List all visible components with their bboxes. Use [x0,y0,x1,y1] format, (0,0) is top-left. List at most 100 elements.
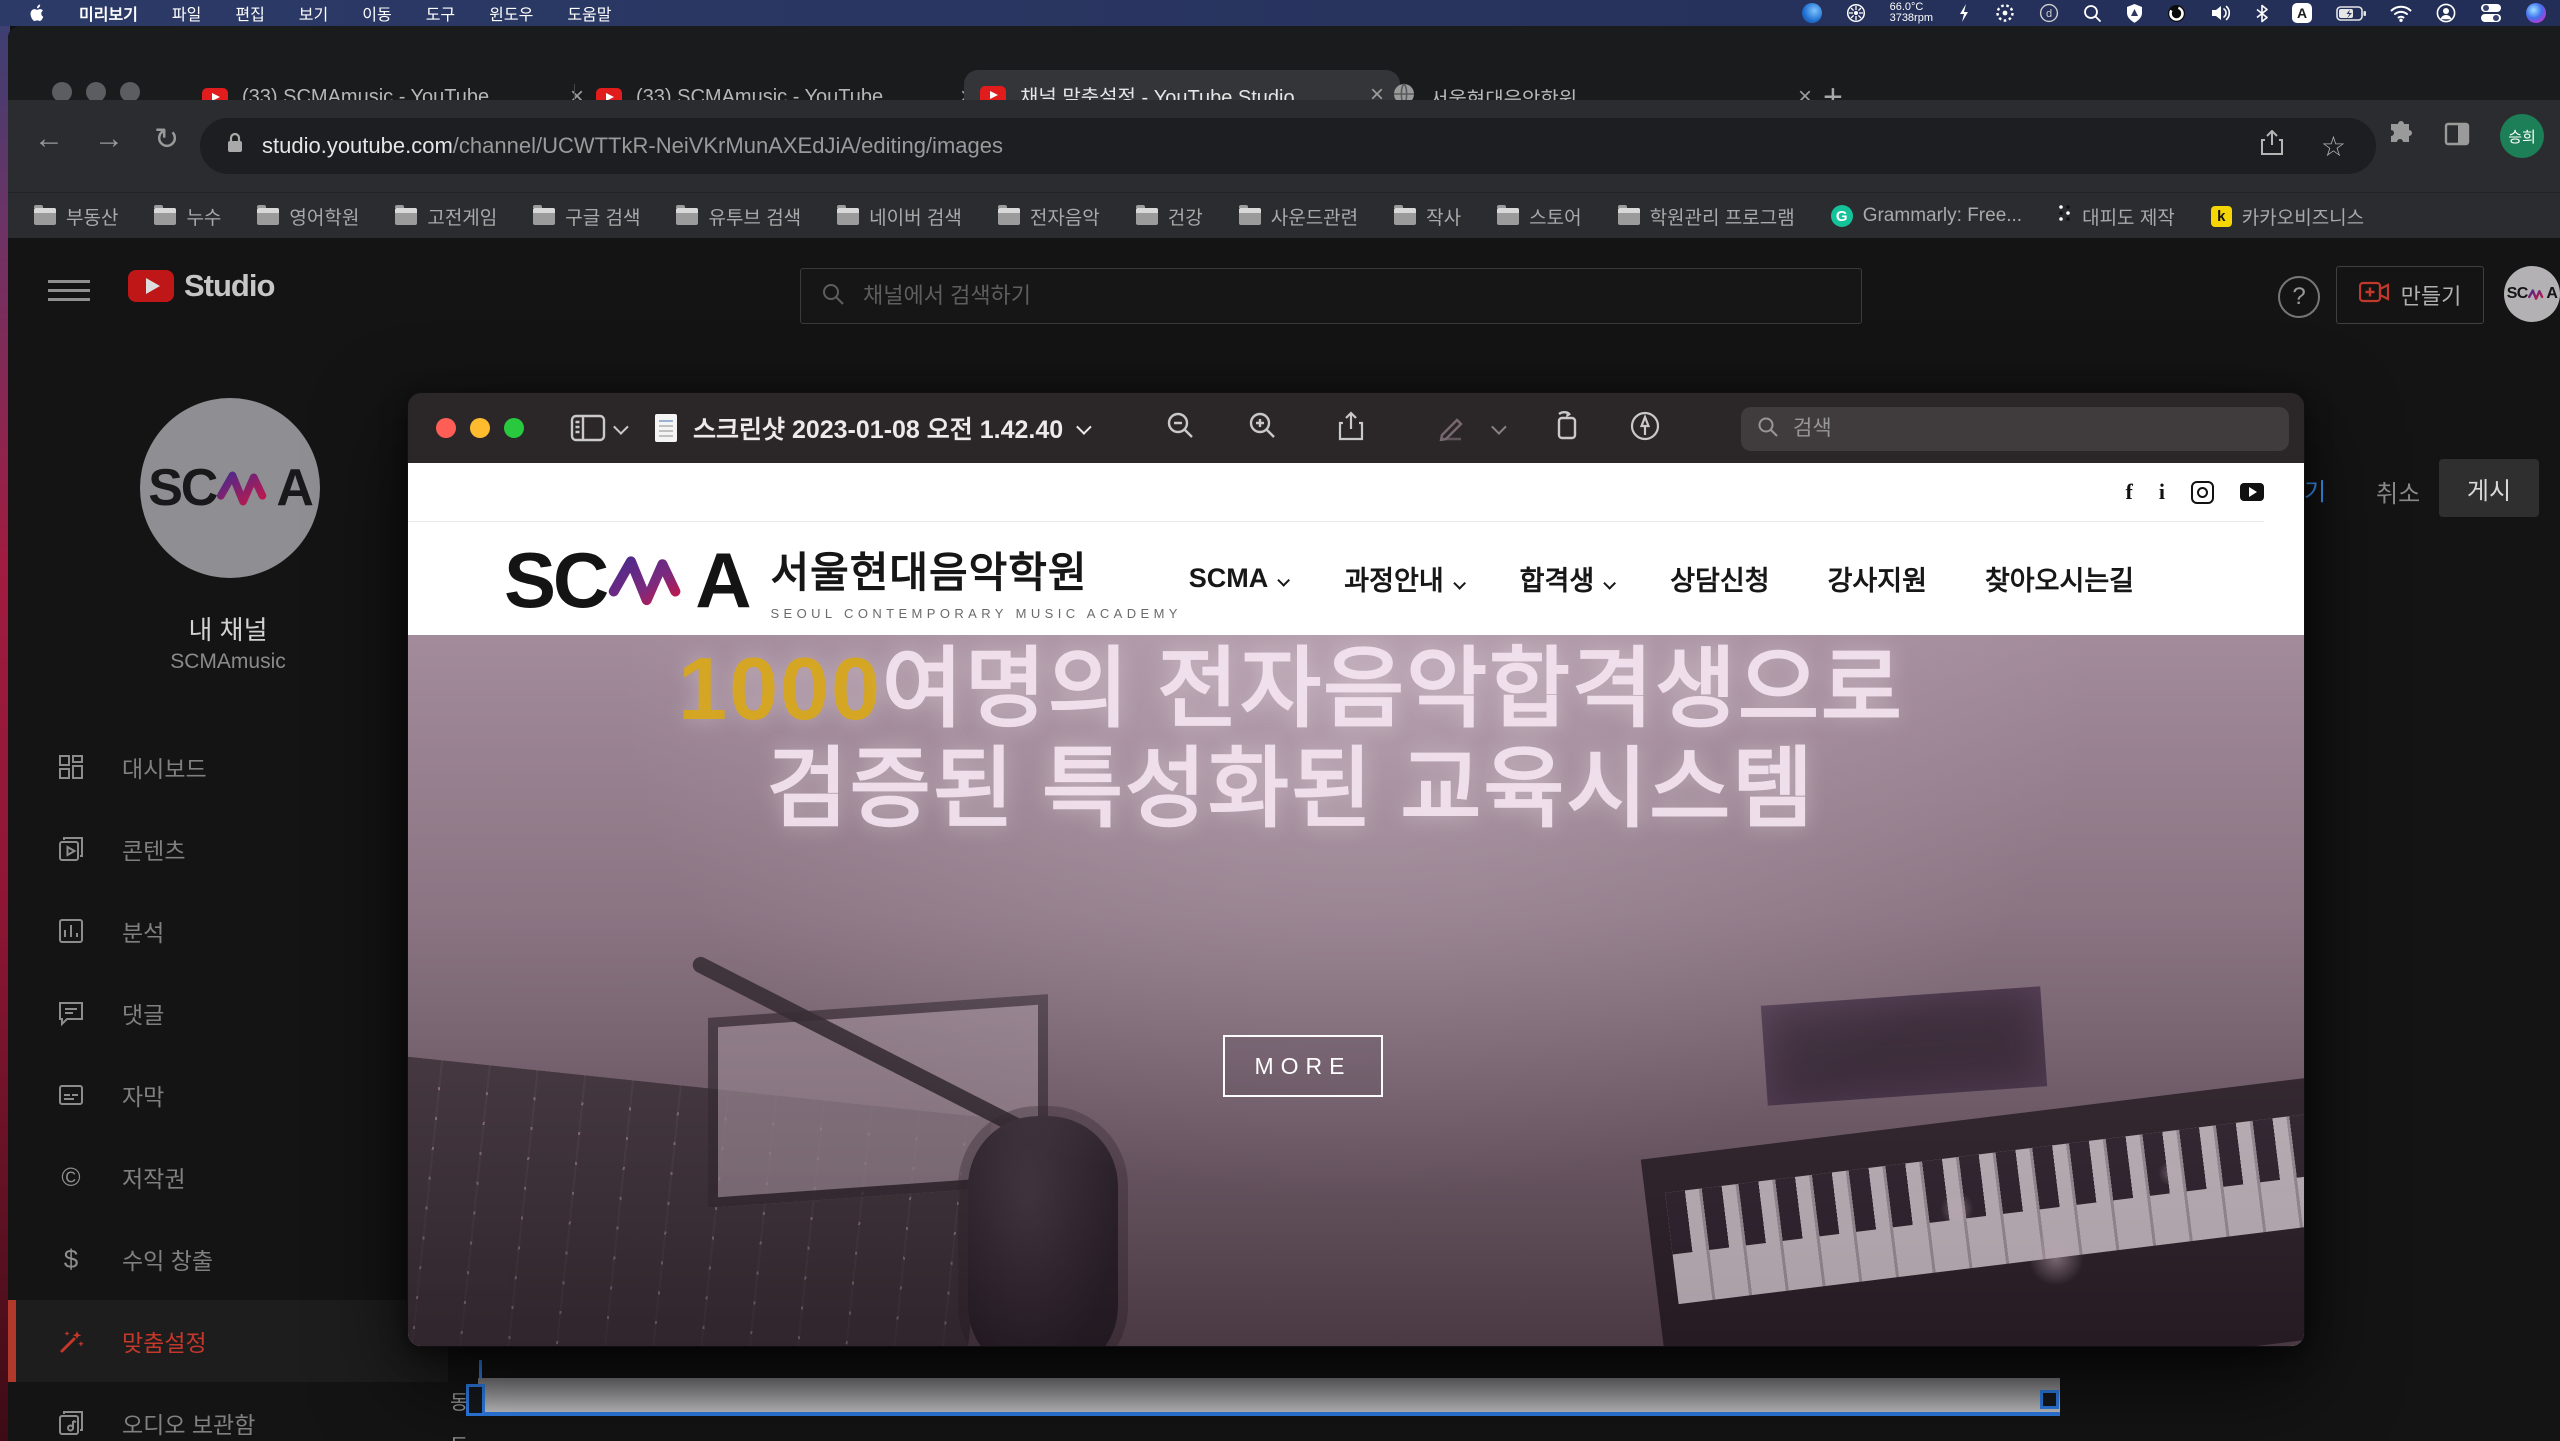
title-chevron-icon[interactable] [1076,419,1092,435]
cancel-button[interactable]: 취소 [2376,474,2420,509]
hamburger-menu-icon[interactable] [48,274,90,304]
sidebar-item-dashboard[interactable]: 대시보드 [8,726,448,808]
bookmark-grammarly[interactable]: GGrammarly: Free... [1831,205,2022,227]
d-circle-icon[interactable]: d [2039,3,2059,23]
create-button[interactable]: 만들기 [2336,266,2484,324]
close-window-icon[interactable] [436,418,456,438]
share-icon[interactable] [2261,130,2283,162]
menu-view[interactable]: 보기 [299,1,328,25]
preview-titlebar[interactable]: 스크린샷 2023-01-08 오전 1.42.40 [408,393,2304,463]
more-button[interactable]: MORE [1223,1035,1383,1097]
bookmark-daepido[interactable]: 대피도 제작 [2058,203,2175,230]
temp-rpm-status[interactable]: 66.0°C 3738rpm [1890,2,1933,24]
back-button[interactable]: ← [34,122,64,156]
bookmark-folder[interactable]: 네이버 검색 [837,203,962,230]
menu-window[interactable]: 윈도우 [489,1,533,25]
publish-button[interactable]: 게시 [2439,459,2539,517]
lightning-icon[interactable] [1957,3,1971,23]
preview-search-input[interactable] [1791,416,2235,442]
bookmark-folder[interactable]: 고전게임 [395,203,497,230]
fan-icon[interactable] [1846,3,1866,23]
annotate-options-chevron[interactable] [1491,419,1507,435]
banner-selection-region[interactable] [478,1378,2060,1416]
rotate-icon[interactable] [1551,410,1583,447]
nav-item-scma[interactable]: SCMA [1189,563,1287,594]
volume-icon[interactable] [2210,4,2232,22]
bookmark-kakao-business[interactable]: k카카오비즈니스 [2211,203,2364,230]
input-source-icon[interactable]: A [2292,3,2312,23]
bookmark-folder[interactable]: 작사 [1394,203,1461,230]
menu-help[interactable]: 도움말 [567,1,611,25]
markup-icon[interactable] [1629,410,1661,447]
siri-icon[interactable] [2526,3,2546,23]
menu-go[interactable]: 이동 [362,1,391,25]
nav-item-directions[interactable]: 찾아오시는길 [1985,559,2134,598]
window-controls[interactable] [436,418,524,438]
selection-handle-left[interactable] [466,1384,485,1416]
share-icon[interactable] [1338,411,1364,446]
sidebar-item-audio-library[interactable]: 오디오 보관함 [8,1382,448,1441]
sidebar-item-copyright[interactable]: © 저작권 [8,1136,448,1218]
bookmark-folder[interactable]: 부동산 [34,203,118,230]
spotlight-search-icon[interactable] [2083,4,2102,23]
bluetooth-icon[interactable] [2256,4,2268,23]
menu-tools[interactable]: 도구 [426,1,455,25]
bookmark-folder[interactable]: 영어학원 [257,203,359,230]
instagram-icon[interactable] [2191,481,2214,504]
menu-file[interactable]: 파일 [172,1,201,25]
minimize-window-icon[interactable] [86,82,106,102]
bookmark-folder[interactable]: 누수 [154,203,221,230]
side-panel-icon[interactable] [2444,121,2470,152]
nav-item-instructors[interactable]: 강사지원 [1828,559,1927,598]
menu-edit[interactable]: 편집 [235,1,264,25]
preview-link-fragment[interactable]: 기 [2304,472,2326,507]
studio-search-input[interactable] [861,282,1765,310]
close-window-icon[interactable] [52,82,72,102]
reload-button[interactable]: ↻ [154,122,179,157]
app-blue-icon[interactable] [1802,3,1822,23]
bookmark-folder[interactable]: 스토어 [1497,203,1581,230]
studio-account-avatar[interactable]: SCA [2504,266,2560,322]
control-center-icon[interactable] [2480,3,2502,23]
studio-search-bar[interactable] [800,268,1862,324]
facebook-icon[interactable]: f [2126,479,2133,505]
shield-vpn-icon[interactable] [2126,4,2143,23]
sidebar-item-comments[interactable]: 댓글 [8,972,448,1054]
record-app-icon[interactable] [2167,4,2186,23]
extensions-icon[interactable] [2388,121,2414,152]
youtube-studio-logo[interactable]: Studio [128,268,274,304]
selection-handle-right[interactable] [2040,1390,2059,1409]
channel-avatar[interactable]: SCA [140,398,320,578]
zoom-out-icon[interactable] [1166,411,1196,446]
zoom-window-icon[interactable] [120,82,140,102]
battery-icon[interactable] [2336,6,2366,21]
forward-button[interactable]: → [94,122,124,156]
preview-search-field[interactable] [1741,407,2289,451]
bookmark-folder[interactable]: 사운드관련 [1239,203,1358,230]
bookmark-folder[interactable]: 구글 검색 [533,203,640,230]
sidebar-item-subtitles[interactable]: 자막 [8,1054,448,1136]
help-button[interactable]: ? [2278,276,2320,318]
user-account-icon[interactable] [2436,3,2456,23]
menubar-app-name[interactable]: 미리보기 [79,1,138,25]
sidebar-item-content[interactable]: 콘텐츠 [8,808,448,890]
sidebar-item-analytics[interactable]: 분석 [8,890,448,972]
zoom-window-icon[interactable] [504,418,524,438]
gear-icon[interactable] [1995,3,2015,23]
bookmark-folder[interactable]: 전자음악 [998,203,1100,230]
bookmark-star-icon[interactable]: ☆ [2321,130,2346,163]
youtube-icon[interactable] [2240,483,2264,501]
sidebar-toggle-button[interactable] [570,414,625,442]
minimize-window-icon[interactable] [470,418,490,438]
preview-window-title[interactable]: 스크린샷 2023-01-08 오전 1.42.40 [693,410,1063,446]
url-bar[interactable]: studio.youtube.com/channel/UCWTTkR-NeiVK… [200,118,2376,174]
chrome-profile-avatar[interactable]: 승희 [2500,114,2544,158]
zoom-in-icon[interactable] [1248,411,1278,446]
nav-item-passers[interactable]: 합격생 [1520,559,1613,598]
scma-site-logo[interactable]: SCA 서울현대음악학원 SEOUL CONTEMPORARY MUSIC AC… [504,539,1182,621]
nav-item-consult[interactable]: 상담신청 [1670,559,1769,598]
sidebar-item-monetization[interactable]: $ 수익 창출 [8,1218,448,1300]
blog-info-icon[interactable]: i [2159,479,2165,505]
bookmark-folder[interactable]: 유투브 검색 [676,203,801,230]
window-controls[interactable] [52,82,140,102]
